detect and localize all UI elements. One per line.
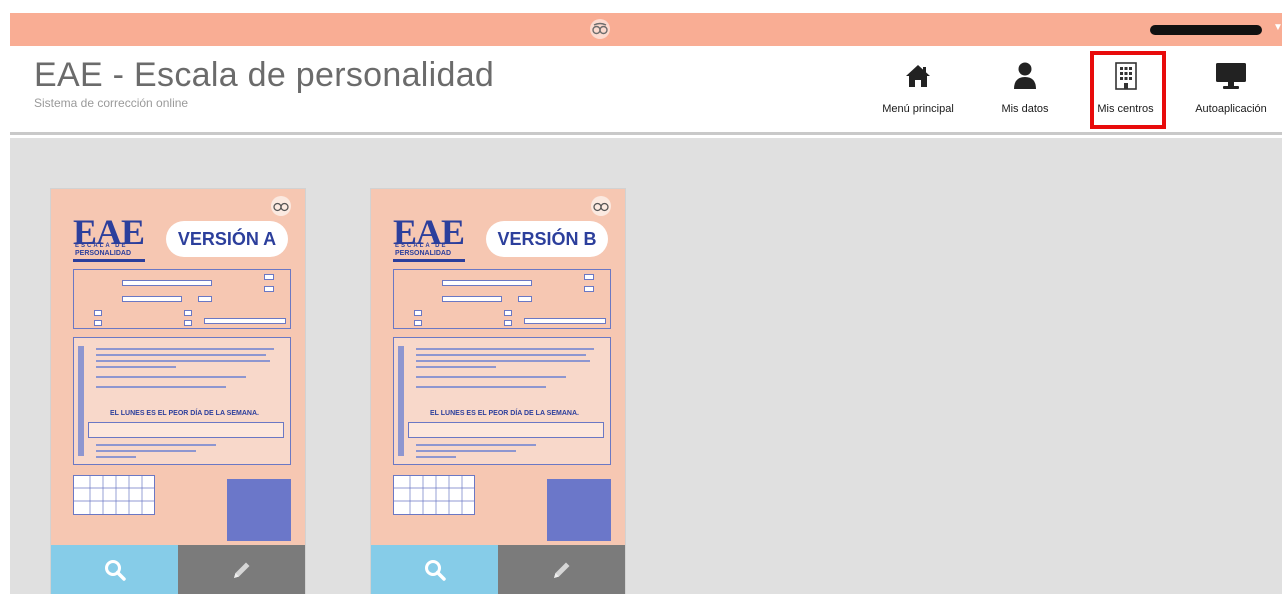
card-actions bbox=[371, 545, 625, 594]
cover-example-sentence: EL LUNES ES EL PEOR DÍA DE LA SEMANA. bbox=[110, 410, 259, 417]
cover-logo-bar bbox=[393, 259, 465, 262]
cover-form-box bbox=[393, 269, 611, 329]
owl-logo-icon bbox=[590, 19, 610, 39]
monitor-icon bbox=[1216, 63, 1246, 89]
version-badge: VERSIÓN B bbox=[486, 221, 608, 257]
cover-form-box bbox=[73, 269, 291, 329]
page-title: EAE - Escala de personalidad bbox=[34, 56, 495, 94]
search-icon bbox=[424, 560, 446, 581]
cover-authors-box bbox=[547, 479, 611, 541]
nav-main-menu[interactable]: Menú principal bbox=[878, 58, 958, 128]
test-cover-image: EAE ESCALA DE PERSONALIDAD VERSIÓN A EL … bbox=[51, 189, 305, 545]
highlight-box bbox=[1090, 51, 1166, 129]
view-button[interactable] bbox=[51, 545, 178, 594]
test-card-version-b: EAE ESCALA DE PERSONALIDAD VERSIÓN B EL … bbox=[370, 188, 626, 594]
cover-logo-subtitle: ESCALA DE bbox=[75, 243, 128, 249]
cover-score-table bbox=[73, 475, 155, 515]
cover-logo-subtitle-2: PERSONALIDAD bbox=[395, 250, 452, 257]
cover-instructions-box: EL LUNES ES EL PEOR DÍA DE LA SEMANA. bbox=[73, 337, 291, 465]
nav-my-data[interactable]: Mis datos bbox=[993, 58, 1057, 128]
version-badge: VERSIÓN A bbox=[166, 221, 288, 257]
page-subtitle: Sistema de corrección online bbox=[34, 96, 189, 110]
test-cover-image: EAE ESCALA DE PERSONALIDAD VERSIÓN B EL … bbox=[371, 189, 625, 545]
search-icon bbox=[104, 560, 126, 581]
owl-logo-icon bbox=[271, 196, 291, 216]
view-button[interactable] bbox=[371, 545, 498, 594]
cover-authors-box bbox=[227, 479, 291, 541]
cover-logo-bar bbox=[73, 259, 145, 262]
cover-example-sentence: EL LUNES ES EL PEOR DÍA DE LA SEMANA. bbox=[430, 410, 579, 417]
user-icon bbox=[1014, 62, 1036, 89]
cover-score-table bbox=[393, 475, 475, 515]
nav-my-data-label: Mis datos bbox=[1001, 103, 1049, 115]
edit-button[interactable] bbox=[178, 545, 305, 594]
cover-instructions-box: EL LUNES ES EL PEOR DÍA DE LA SEMANA. bbox=[393, 337, 611, 465]
owl-logo-icon bbox=[591, 196, 611, 216]
nav-self-application[interactable]: Autoaplicación bbox=[1186, 58, 1276, 128]
nav-main-menu-label: Menú principal bbox=[882, 103, 954, 115]
user-name-redacted[interactable] bbox=[1150, 25, 1262, 35]
chevron-down-icon[interactable]: ▼ bbox=[1273, 22, 1282, 33]
edit-button[interactable] bbox=[498, 545, 625, 594]
test-card-version-a: EAE ESCALA DE PERSONALIDAD VERSIÓN A EL … bbox=[50, 188, 306, 594]
top-bar: ▼ bbox=[10, 13, 1282, 46]
home-icon bbox=[906, 65, 930, 87]
nav-self-application-label: Autoaplicación bbox=[1195, 103, 1267, 115]
pencil-icon bbox=[553, 562, 569, 578]
pencil-icon bbox=[233, 562, 249, 578]
main-content: EAE ESCALA DE PERSONALIDAD VERSIÓN A EL … bbox=[10, 138, 1282, 594]
cover-logo-subtitle: ESCALA DE bbox=[395, 243, 448, 249]
card-actions bbox=[51, 545, 305, 594]
app-header: EAE - Escala de personalidad Sistema de … bbox=[10, 46, 1282, 135]
cover-logo-subtitle-2: PERSONALIDAD bbox=[75, 250, 132, 257]
